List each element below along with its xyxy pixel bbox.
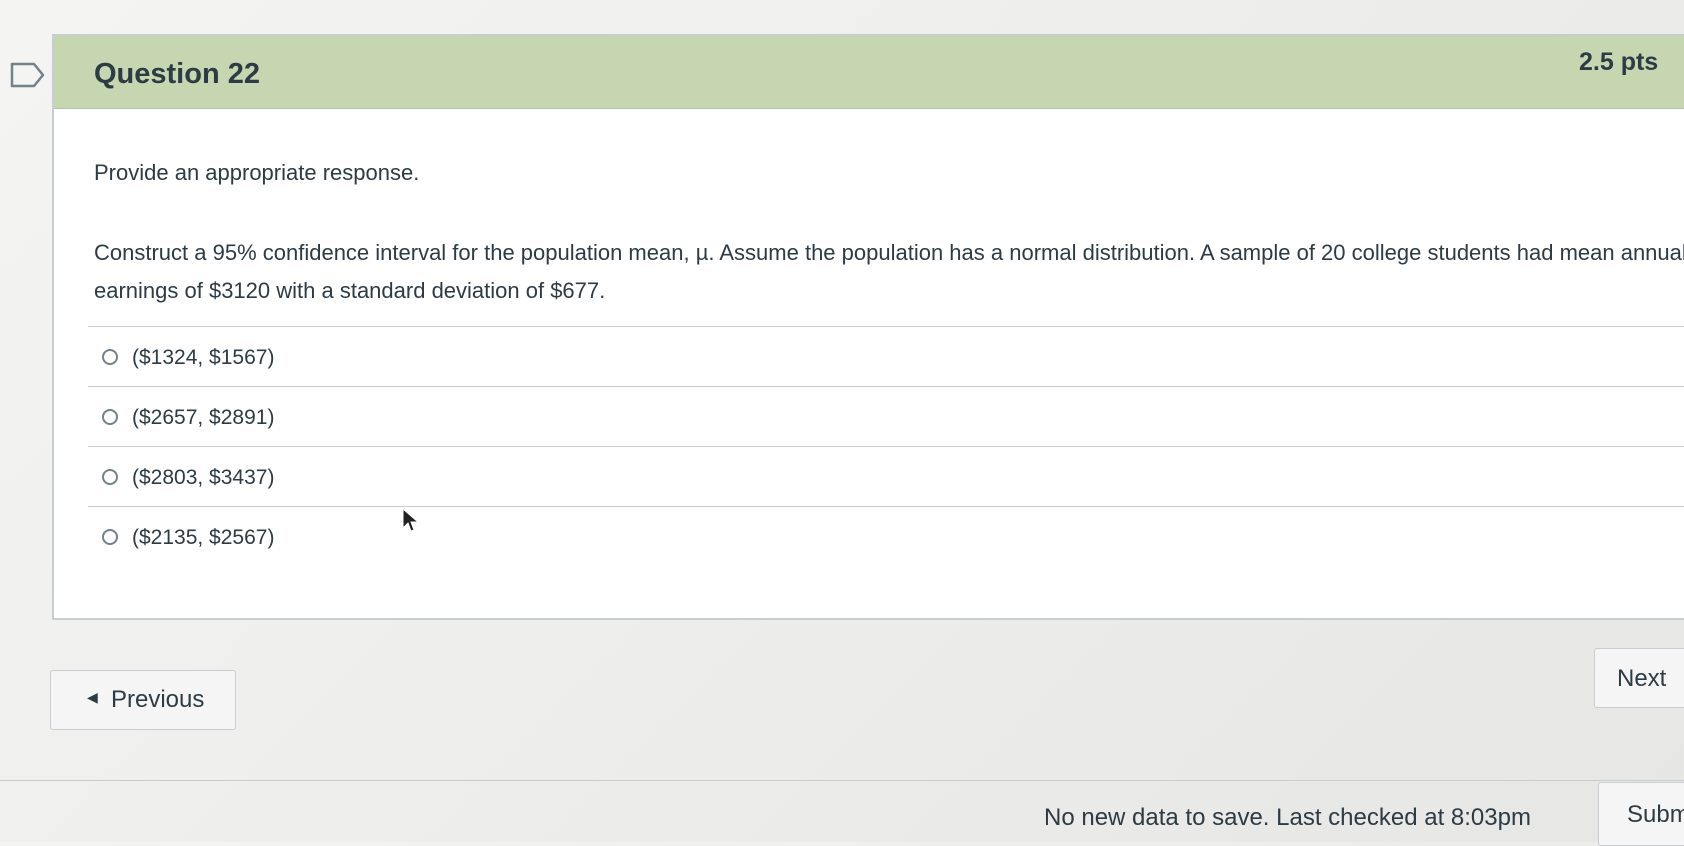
footer-divider <box>0 780 1684 781</box>
save-status-text: No new data to save. Last checked at 8:0… <box>1044 804 1531 831</box>
answer-option[interactable]: ($2803, $3437) <box>88 446 1684 506</box>
answer-option[interactable]: ($2657, $2891) <box>88 386 1684 446</box>
next-button[interactable]: Next <box>1594 648 1684 708</box>
next-button-label: Next <box>1617 665 1667 692</box>
question-header: Question 22 2.5 pts <box>54 36 1684 109</box>
radio-empty-icon[interactable] <box>102 469 118 485</box>
caret-left-icon: ◀ <box>87 689 98 705</box>
radio-empty-icon[interactable] <box>102 409 118 425</box>
answer-option[interactable]: ($2135, $2567) <box>88 506 1684 566</box>
submit-button-label: Subm <box>1627 801 1684 828</box>
radio-empty-icon[interactable] <box>102 529 118 545</box>
mouse-pointer-icon <box>402 508 420 532</box>
answer-label[interactable]: ($2657, $2891) <box>132 406 274 430</box>
flag-icon[interactable] <box>10 60 46 90</box>
question-text: Construct a 95% confidence interval for … <box>94 240 1684 303</box>
question-card: Question 22 2.5 pts Provide an appropria… <box>52 34 1684 620</box>
question-title: Question 22 <box>94 58 260 90</box>
previous-button-label: Previous <box>111 686 205 713</box>
answer-list: ($1324, $1567) ($2657, $2891) ($2803, $3… <box>88 326 1684 566</box>
answer-label[interactable]: ($2803, $3437) <box>132 466 274 490</box>
previous-button[interactable]: ◀ Previous <box>50 670 236 730</box>
radio-empty-icon[interactable] <box>102 349 118 365</box>
answer-option[interactable]: ($1324, $1567) <box>88 326 1684 386</box>
submit-button[interactable]: Subm <box>1598 782 1684 846</box>
answer-label[interactable]: ($2135, $2567) <box>132 526 274 550</box>
question-prompt: Provide an appropriate response. <box>94 160 420 185</box>
question-points: 2.5 pts <box>1579 48 1659 76</box>
answer-label[interactable]: ($1324, $1567) <box>132 346 274 370</box>
